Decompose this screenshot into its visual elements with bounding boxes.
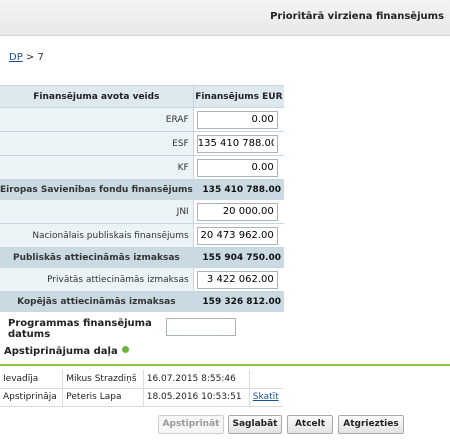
approval-role: Ievadīja [0, 370, 64, 389]
esf-amount-input[interactable] [196, 134, 278, 153]
row-value: 155 904 750.00 [192, 247, 284, 268]
row-label: Privātās attiecināmās izmaksas [0, 267, 194, 292]
page-title: Prioritārā virziena finansējums [270, 11, 444, 22]
section-divider [0, 364, 450, 366]
table-row: Apstiprināja Peteris Lapa 18.05.2016 10:… [0, 388, 283, 407]
row-label: Kopējās attiecināmās izmaksas [0, 291, 194, 312]
approval-link-cell: Skatīt [249, 388, 283, 407]
row-label: JNI [0, 199, 194, 224]
save-button[interactable]: Saglabāt [228, 415, 282, 434]
kf-amount-input[interactable] [196, 158, 278, 177]
approval-section-title: Apstiprinājuma daļa [4, 346, 129, 357]
table-row-total: Publiskās attiecināmās izmaksas 155 904 … [0, 247, 284, 268]
breadcrumb: DP > 7 [9, 52, 44, 63]
table-row: ERAF [0, 107, 284, 132]
table-row: JNI [0, 199, 284, 224]
jni-amount-input[interactable] [196, 202, 278, 221]
breadcrumb-current: 7 [37, 52, 44, 63]
row-label: KF [0, 155, 194, 180]
approval-date: 16.07.2015 8:55:46 [143, 370, 250, 389]
approval-title-text: Apstiprinājuma daļa [4, 346, 118, 357]
approval-table: Ievadīja Mikus Strazdiņš 16.07.2015 8:55… [0, 370, 283, 407]
column-header-source: Finansējuma avota veids [0, 85, 194, 108]
table-row: ESF [0, 131, 284, 156]
row-label: ERAF [0, 107, 194, 132]
table-row: Nacionālais publiskais finansējums [0, 223, 284, 248]
approval-role: Apstiprināja [0, 388, 64, 407]
row-label: Nacionālais publiskais finansējums [0, 223, 194, 248]
row-value: 135 410 788.00 [192, 179, 284, 200]
table-row: Privātās attiecināmās izmaksas [0, 267, 284, 292]
row-label: Publiskās attiecināmās izmaksas [0, 247, 194, 268]
cancel-button[interactable]: Atcelt [287, 415, 333, 434]
national-public-amount-input[interactable] [196, 226, 278, 245]
table-row-total: Kopējās attiecināmās izmaksas 159 326 81… [0, 291, 284, 312]
row-label: ESF [0, 131, 194, 156]
column-header-amount: Finansējums EUR [192, 85, 284, 108]
breadcrumb-link-dp[interactable]: DP [9, 52, 23, 63]
private-amount-input[interactable] [196, 270, 278, 289]
program-date-input[interactable] [166, 318, 236, 336]
approval-person: Mikus Strazdiņš [62, 370, 144, 389]
breadcrumb-separator: > [25, 52, 35, 63]
info-icon[interactable] [121, 346, 129, 353]
table-row-total: Eiropas Savienības fondu finansējums 135… [0, 179, 284, 200]
view-link[interactable]: Skatīt [253, 392, 279, 402]
approval-person: Peteris Lapa [62, 388, 144, 407]
header-bar: Prioritārā virziena finansējums [0, 0, 450, 36]
table-row: KF [0, 155, 284, 180]
approval-date: 18.05.2016 10:53:51 [143, 388, 250, 407]
approve-button[interactable]: Apstiprināt [158, 415, 224, 434]
approval-link-cell [249, 370, 283, 389]
table-row: Ievadīja Mikus Strazdiņš 16.07.2015 8:55… [0, 370, 283, 389]
row-value: 159 326 812.00 [192, 291, 284, 312]
financing-table: Finansējuma avota veids Finansējums EUR … [0, 85, 284, 312]
eraf-amount-input[interactable] [196, 110, 278, 129]
back-button[interactable]: Atgriezties [338, 415, 404, 434]
row-label: Eiropas Savienības fondu finansējums [0, 179, 194, 200]
program-date-label: Programmas finansējuma datums [8, 318, 152, 340]
